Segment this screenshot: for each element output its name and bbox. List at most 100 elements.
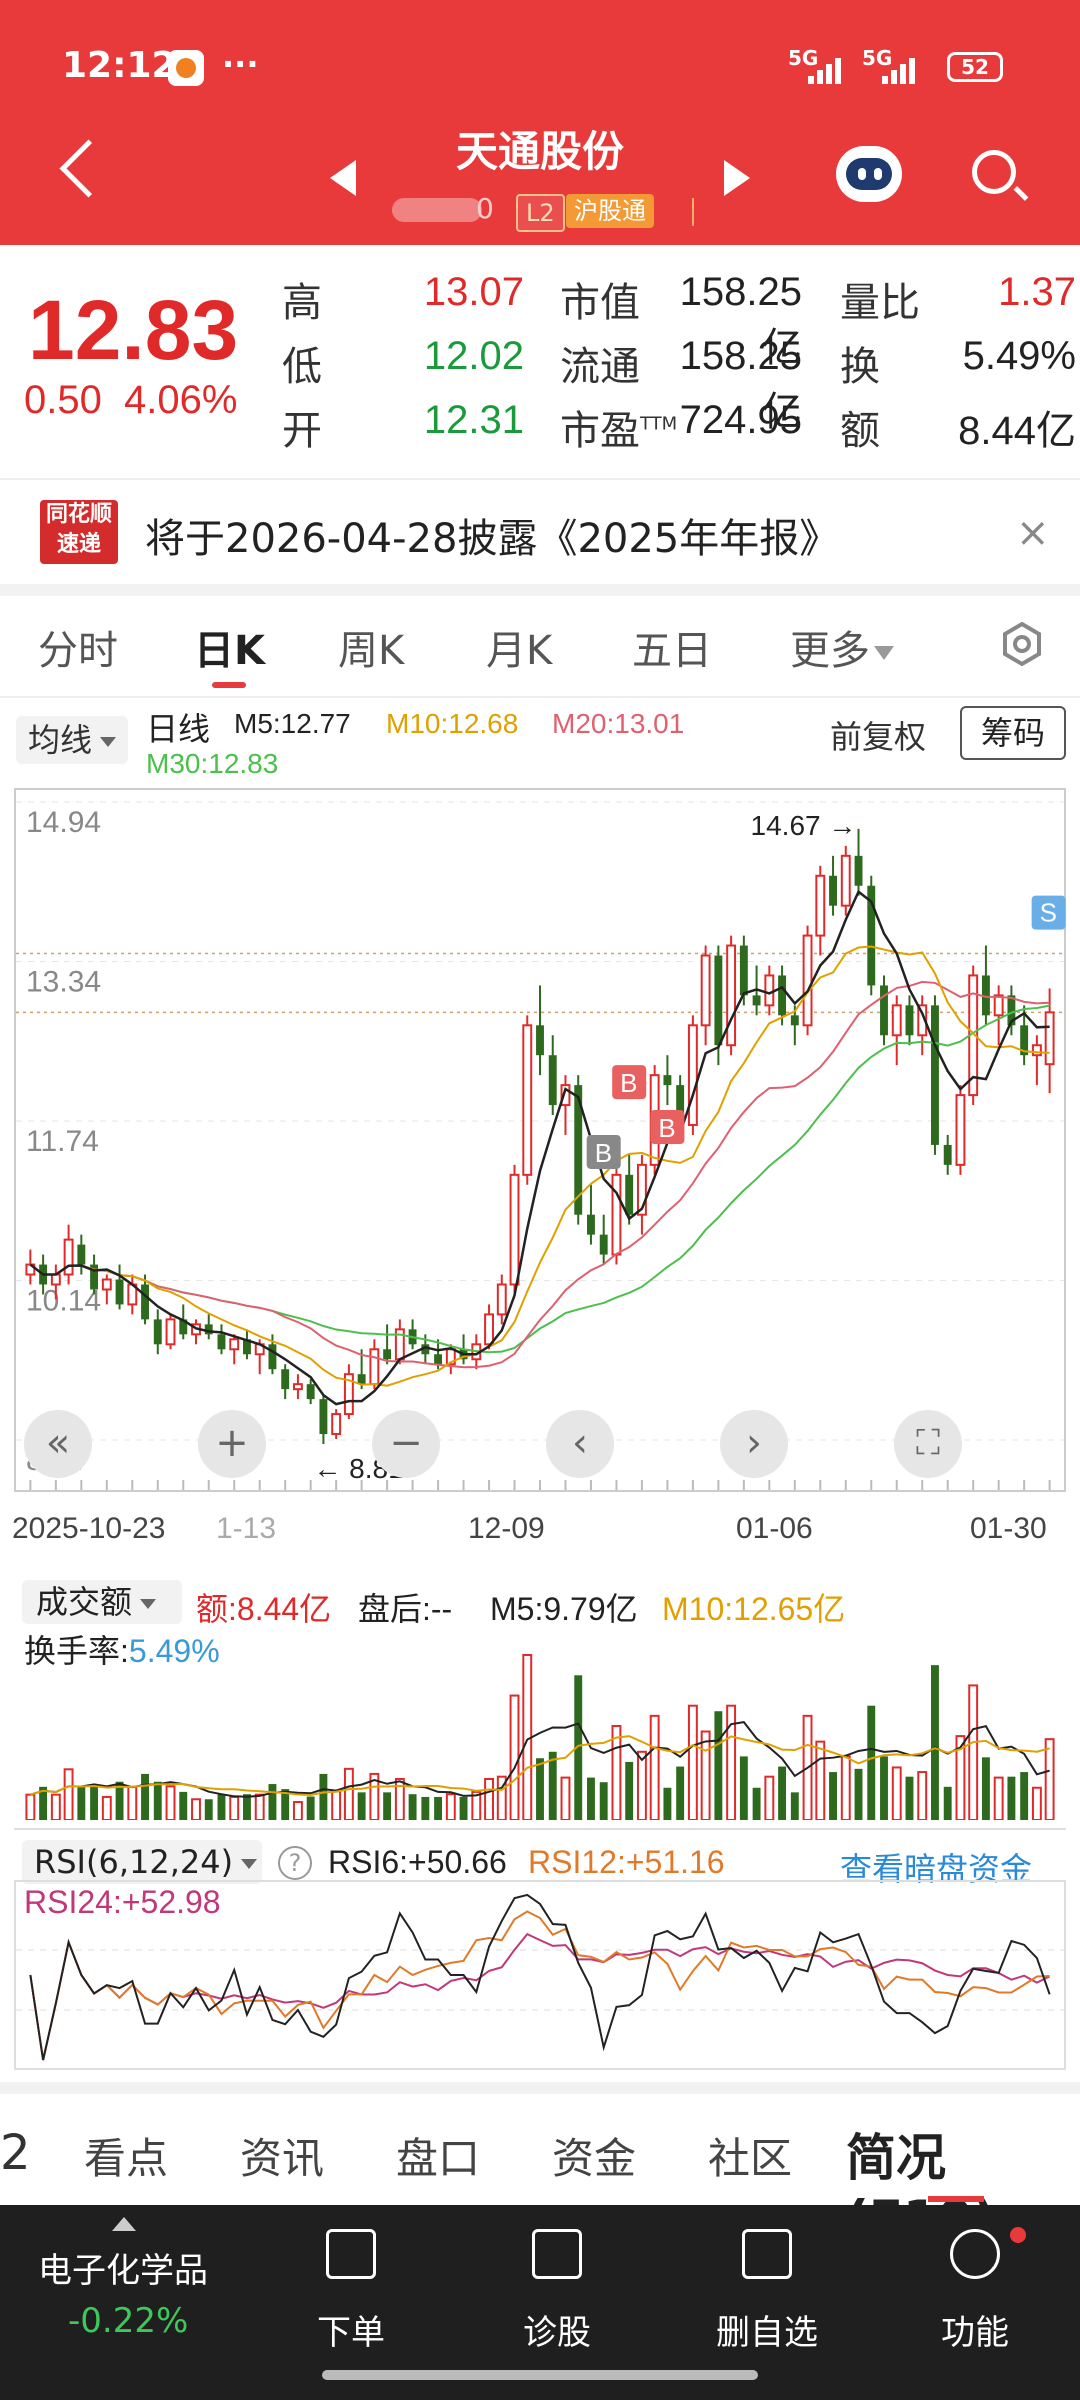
remove-watchlist-button[interactable]: 删自选 [712,2305,822,2354]
volume-bar [1007,1776,1016,1820]
sector-name[interactable]: 电子化学品 [38,2243,208,2292]
volume-bar [854,1768,863,1820]
sell-marker-label: S [1040,898,1057,928]
compress-left-icon[interactable]: « [24,1410,92,1478]
remove-watchlist-icon[interactable] [742,2229,792,2279]
chips-button[interactable]: 筹码 [960,706,1066,760]
tab-community[interactable]: 社区 [708,2125,792,2186]
volume-bar [331,1790,342,1820]
volume-bar [141,1773,149,1820]
x-label-3: 12-09 [468,1512,545,1545]
expand-up-icon[interactable] [112,2217,136,2231]
function-menu-icon[interactable] [950,2229,1000,2279]
section-gap [0,584,1080,596]
volume-bar [931,1665,939,1820]
candle-body [943,1144,952,1165]
indicator-selector[interactable]: 均线 [16,716,128,764]
tab-order-book[interactable]: 盘口 [396,2125,480,2186]
tab-monthly-k[interactable]: 月K [486,618,552,676]
value-pe: 724.95 [679,398,802,442]
zoom-in-icon[interactable]: + [198,1410,266,1478]
sector-change: -0.22% [68,2301,189,2341]
diagnose-button[interactable]: 诊股 [522,2305,592,2354]
candle-body [536,1025,544,1056]
divider [0,478,1080,480]
volume-bar [548,1751,557,1820]
stock-name: 天通股份 [455,127,624,176]
candle-body [165,1318,176,1346]
volume-bar [292,1801,303,1820]
candle-body [204,1324,213,1335]
volume-bar [77,1786,86,1820]
candle-body [726,944,737,1047]
rsi12-line [29,1910,1050,2061]
candle-body [611,1173,622,1256]
tab-five-day[interactable]: 五日 [632,618,712,676]
label-market-cap: 市值 [560,280,640,326]
y-tick-label: 14.94 [26,806,101,839]
volume-bar [700,1730,711,1820]
candle-body [790,1015,799,1026]
tab-timeshare[interactable]: 分时 [38,618,118,676]
candle-body [484,1313,494,1346]
value-volume-ratio: 1.37 [998,270,1076,314]
ma30-value: M30:12.83 [146,748,279,779]
order-button[interactable]: 下单 [316,2305,386,2354]
order-icon[interactable] [326,2229,376,2279]
candle-body [891,1004,902,1037]
volume-chart [25,1654,1055,1820]
diagnose-icon[interactable] [532,2229,582,2279]
adjust-type[interactable]: 前复权 [830,712,926,758]
label-high: 高 [282,280,322,326]
label-amount: 额 [840,408,880,454]
tab-weekly-k[interactable]: 周K [338,618,404,676]
pan-left-icon[interactable]: ‹ [546,1410,614,1478]
header-bar: 12:12 ··· 5G 5G 52 天通股份 0 L2 沪股通 [0,0,1080,245]
volume-bar [1044,1738,1055,1820]
tab-daily-k[interactable]: 日K [194,618,265,676]
volume-bar [268,1784,277,1820]
volume-bar [790,1792,799,1820]
tab-news[interactable]: 资讯 [240,2125,324,2186]
candle-body [115,1279,124,1305]
news-headline[interactable]: 将于2026-04-28披露《2025年年报》 [145,506,839,564]
settings-gear-icon[interactable] [1000,622,1044,666]
fullscreen-icon[interactable]: ⛶ [894,1410,962,1478]
tab-capital[interactable]: 资金 [552,2125,636,2186]
search-icon[interactable] [972,150,1016,194]
rsi-selector[interactable]: RSI(6,12,24) [22,1840,262,1884]
label-float-cap: 流通 [560,344,640,390]
help-icon[interactable]: ? [278,1846,312,1880]
candle-body [802,934,813,1027]
candle-body [815,874,826,937]
pan-right-icon[interactable]: › [720,1410,788,1478]
volume-indicator-selector[interactable]: 成交额 [22,1580,182,1624]
volume-bar [536,1758,544,1820]
close-icon[interactable]: × [1016,510,1050,556]
zoom-out-icon[interactable]: − [372,1410,440,1478]
function-button[interactable]: 功能 [940,2305,1010,2354]
volume-bar [165,1785,176,1820]
tab-partial[interactable]: 2 [0,2125,31,2181]
status-time: 12:12 [62,45,177,86]
candle-body [141,1284,149,1320]
assistant-robot-icon[interactable] [836,146,902,202]
x-label-4: 01-06 [736,1512,813,1545]
period-label: 日线 [146,711,211,747]
candlestick-chart[interactable]: 14.9413.3411.7410.148.54 14.67 →← 8.81BB… [14,788,1066,1492]
ma10-value: M10:12.68 [386,708,519,739]
tab-highlights[interactable]: 看点 [84,2125,168,2186]
price-change: 0.50 [24,378,102,422]
candle-body [905,1005,914,1036]
candle-body [840,854,851,907]
candle-body [880,985,888,1036]
candle-body [217,1334,226,1350]
next-stock-icon[interactable] [724,160,750,196]
volume-bar [993,1776,1004,1820]
buy-marker-label: B [658,1113,675,1143]
volume-bar [867,1705,876,1820]
tab-more[interactable]: 更多 [790,618,894,676]
active-tab-indicator [928,2196,984,2202]
volume-bar [445,1793,456,1820]
volume-bar [50,1793,61,1820]
